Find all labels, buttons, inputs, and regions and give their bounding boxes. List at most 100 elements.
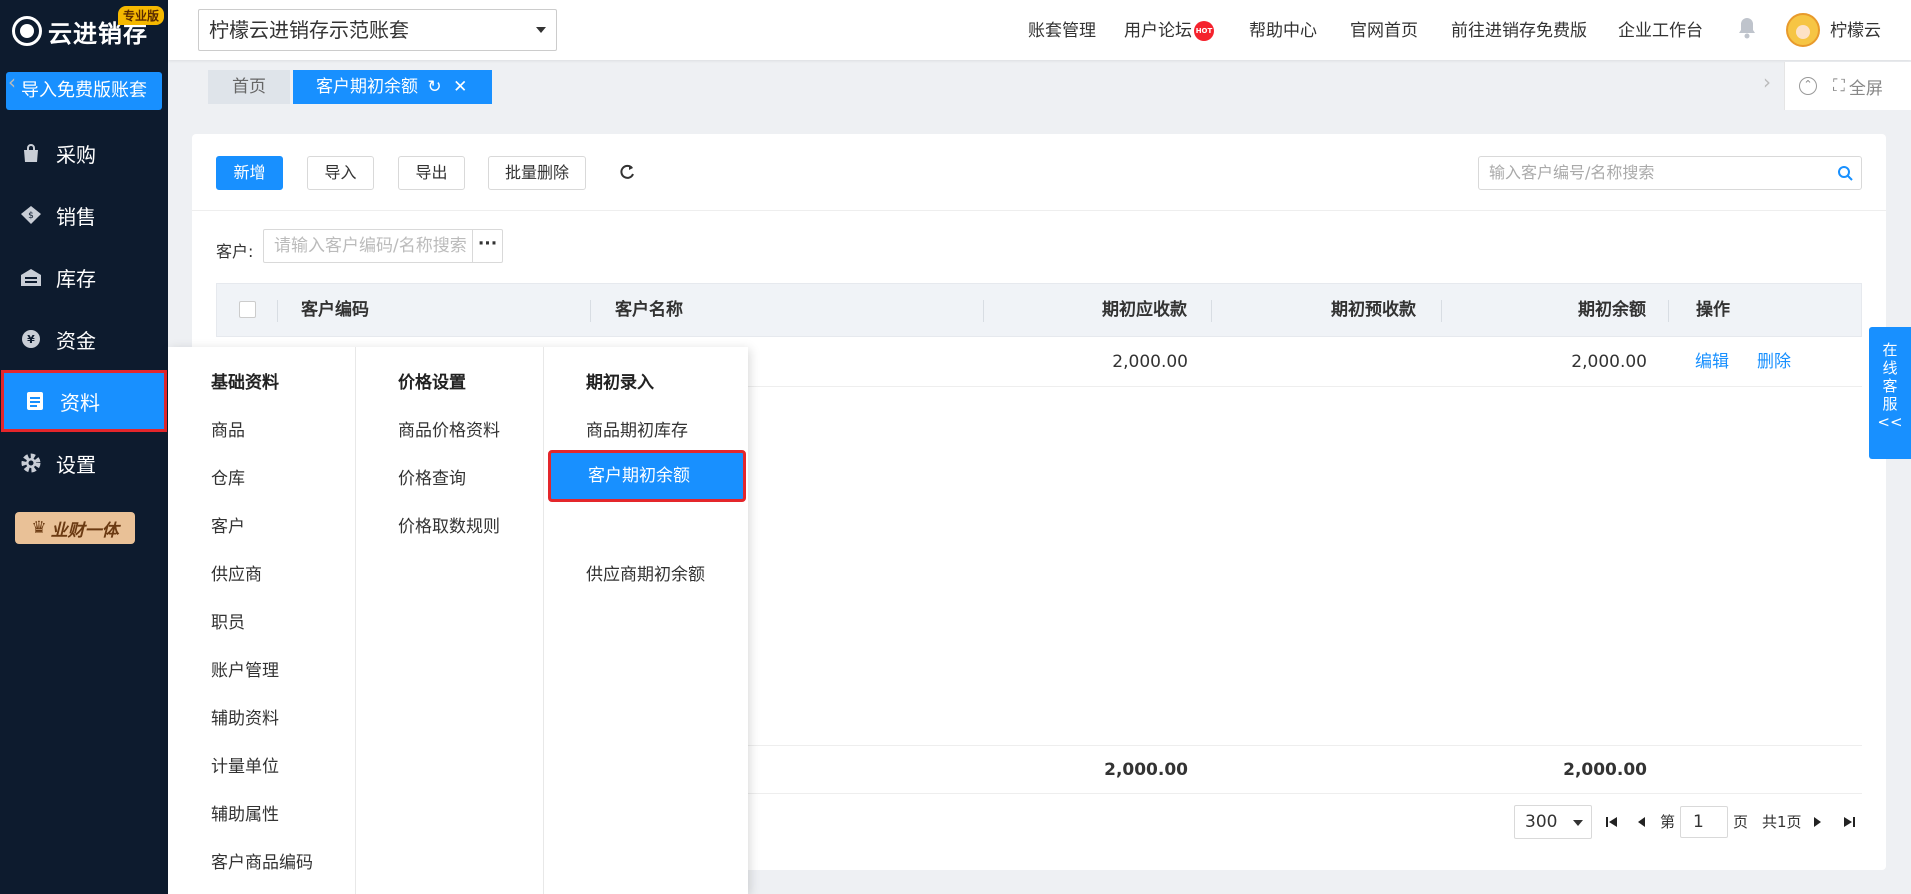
sidebar-item-settings[interactable]: 设置 — [0, 432, 168, 494]
import-free-account-button[interactable]: 导入免费版账套 — [6, 72, 162, 110]
enterprise-workbench-link[interactable]: 企业工作台 — [1618, 16, 1703, 41]
more-options-button[interactable]: ··· — [472, 230, 502, 262]
sales-tag-icon: $ — [20, 204, 42, 226]
fullscreen-icon[interactable]: ⛶ — [1833, 76, 1845, 96]
bell-icon[interactable] — [1737, 17, 1757, 39]
summary-balance: 2,000.00 — [1563, 760, 1647, 780]
service-char: 服 — [1882, 395, 1898, 413]
fullscreen-label[interactable]: 全屏 — [1849, 74, 1883, 99]
username[interactable]: 柠檬云 — [1830, 16, 1881, 41]
divider — [192, 210, 1886, 211]
crown-icon: ♛ — [31, 518, 47, 538]
menu-item-aux-attributes[interactable]: 辅助属性 — [211, 800, 279, 825]
column-header-name[interactable]: 客户名称 — [615, 284, 683, 336]
free-edition-link[interactable]: 前往进销存免费版 — [1451, 16, 1587, 41]
menu-item-supplier[interactable]: 供应商 — [211, 560, 262, 585]
menu-item-customer-opening-balance[interactable]: 客户期初余额 — [548, 450, 746, 502]
column-separator — [590, 300, 591, 322]
account-management-link[interactable]: 账套管理 — [1028, 16, 1096, 41]
menu-item-customer[interactable]: 客户 — [211, 512, 245, 537]
logo-icon — [12, 16, 42, 46]
column-separator — [1211, 300, 1212, 322]
menu-item-goods-opening-stock[interactable]: 商品期初库存 — [586, 416, 688, 441]
page-size-select[interactable]: 300 — [1514, 805, 1592, 839]
collapse-up-icon[interactable]: ⌃ — [1799, 77, 1817, 95]
service-char: 线 — [1882, 359, 1898, 377]
menu-heading: 价格设置 — [398, 373, 466, 393]
menu-item-price-data[interactable]: 商品价格资料 — [398, 416, 500, 441]
column-header-prepaid[interactable]: 期初预收款 — [1331, 284, 1416, 336]
search-placeholder: 输入客户编号/名称搜索 — [1489, 163, 1655, 182]
sidebar-item-label: 设置 — [56, 452, 96, 477]
export-button[interactable]: 导出 — [398, 156, 465, 190]
import-button[interactable]: 导入 — [307, 156, 374, 190]
finance-integration-badge[interactable]: ♛ 业财一体 — [15, 512, 135, 544]
tab-home[interactable]: 首页 — [208, 70, 290, 104]
batch-delete-button[interactable]: 批量删除 — [488, 156, 586, 190]
help-center-link[interactable]: 帮助中心 — [1249, 16, 1317, 41]
account-select[interactable]: 柠檬云进销存示范账套 — [198, 9, 557, 51]
tab-scroll-right-icon[interactable]: › — [1763, 70, 1771, 94]
column-header-balance[interactable]: 期初余额 — [1578, 284, 1646, 336]
add-button[interactable]: 新增 — [216, 156, 283, 190]
hot-badge-icon: HOT — [1194, 21, 1214, 41]
sidebar-item-label: 销售 — [56, 204, 96, 229]
official-site-link[interactable]: 官网首页 — [1350, 16, 1418, 41]
summary-receivable: 2,000.00 — [1104, 760, 1188, 780]
prev-page-icon[interactable] — [1635, 815, 1649, 829]
service-char: 客 — [1882, 377, 1898, 395]
edit-link[interactable]: 编辑 — [1695, 337, 1729, 387]
menu-item-goods[interactable]: 商品 — [211, 416, 245, 441]
finance-integration-label: 业财一体 — [50, 520, 119, 541]
sidebar-item-label: 库存 — [56, 266, 96, 291]
sidebar-item-data[interactable]: 资料 — [1, 370, 167, 432]
sidebar-item-sales[interactable]: $ 销售 — [0, 184, 168, 246]
online-service-button[interactable]: 在 线 客 服 << — [1869, 327, 1911, 459]
cell-receivable: 2,000.00 — [1112, 352, 1188, 372]
last-page-icon[interactable] — [1842, 815, 1856, 829]
search-icon[interactable] — [1837, 165, 1853, 181]
refresh-icon[interactable] — [617, 162, 637, 182]
menu-item-customer-goods-code[interactable]: 客户商品编码 — [211, 848, 313, 873]
sidebar-item-label: 资金 — [56, 328, 96, 353]
refresh-icon[interactable]: ↻ — [427, 77, 441, 97]
column-header-receivable[interactable]: 期初应收款 — [1102, 284, 1187, 336]
menu-item-warehouse[interactable]: 仓库 — [211, 464, 245, 489]
column-header-code[interactable]: 客户编码 — [301, 284, 369, 336]
table-header: 客户编码 客户名称 期初应收款 期初预收款 期初余额 操作 — [216, 283, 1862, 337]
expand-left-icon: << — [1877, 413, 1903, 431]
tab-tools: ⌃ ⛶ 全屏 — [1784, 62, 1911, 110]
menu-item-supplier-opening-balance[interactable]: 供应商期初余额 — [586, 560, 705, 585]
delete-link[interactable]: 删除 — [1757, 337, 1791, 387]
avatar[interactable] — [1786, 13, 1820, 47]
menu-item-aux-data[interactable]: 辅助资料 — [211, 704, 279, 729]
column-header-actions: 操作 — [1696, 300, 1730, 320]
user-forum-link[interactable]: 用户论坛 HOT — [1124, 16, 1214, 41]
menu-heading: 基础资料 — [211, 373, 279, 393]
first-page-icon[interactable] — [1605, 815, 1619, 829]
customer-filter-placeholder: 请输入客户编码/名称搜索 — [274, 236, 467, 256]
logo[interactable]: 云进销存 专业版 — [0, 0, 168, 62]
data-submenu: 基础资料 商品 仓库 客户 供应商 职员 账户管理 辅助资料 计量单位 辅助属性… — [168, 347, 748, 894]
tab-scroll-left-icon[interactable]: ‹ — [8, 70, 16, 94]
customer-filter-input[interactable]: 请输入客户编码/名称搜索 ··· — [263, 229, 503, 263]
search-input[interactable]: 输入客户编号/名称搜索 — [1478, 156, 1862, 190]
page-size-value: 300 — [1525, 812, 1558, 832]
menu-item-units[interactable]: 计量单位 — [211, 752, 279, 777]
page-prefix: 第 — [1660, 813, 1676, 831]
sidebar-item-funds[interactable]: ¥ 资金 — [0, 308, 168, 370]
sidebar-item-inventory[interactable]: 库存 — [0, 246, 168, 308]
close-icon[interactable]: ✕ — [453, 77, 467, 97]
tab-customer-opening-balance[interactable]: 客户期初余额 ↻ ✕ — [293, 70, 492, 104]
menu-item-accounts[interactable]: 账户管理 — [211, 656, 279, 681]
select-all-checkbox[interactable] — [239, 301, 256, 318]
menu-item-price-query[interactable]: 价格查询 — [398, 464, 466, 489]
menu-item-staff[interactable]: 职员 — [211, 608, 245, 633]
sidebar-item-label: 资料 — [60, 390, 100, 415]
tab-label: 客户期初余额 — [316, 77, 418, 97]
sidebar-item-purchase[interactable]: 采购 — [0, 122, 168, 184]
shopping-bag-icon — [20, 142, 42, 164]
page-number-input[interactable]: 1 — [1680, 806, 1728, 838]
next-page-icon[interactable] — [1810, 815, 1824, 829]
menu-item-price-rules[interactable]: 价格取数规则 — [398, 512, 500, 537]
